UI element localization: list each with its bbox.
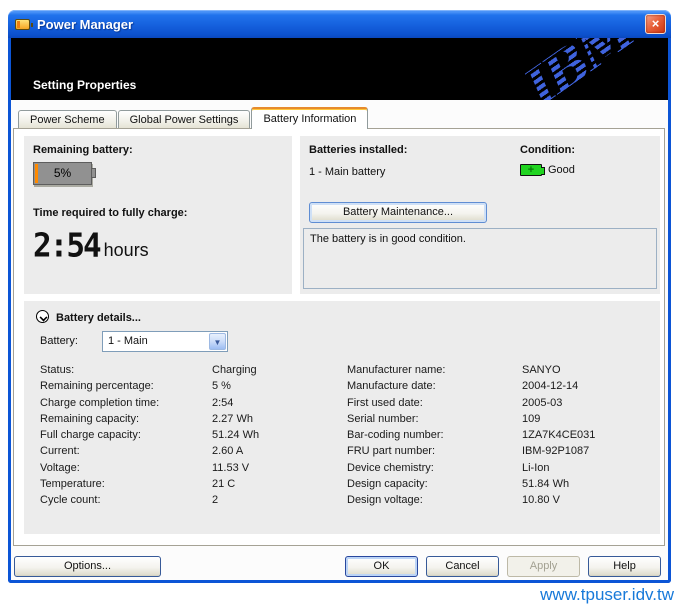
condition-label: Condition:: [520, 144, 575, 156]
charge-time-label: Time required to fully charge:: [33, 207, 187, 219]
tab-strip: Power Scheme Global Power Settings Batte…: [18, 107, 369, 129]
condition-battery-icon: [520, 164, 542, 176]
battery-details-header[interactable]: Battery details...: [56, 312, 141, 324]
remaining-battery-panel: Remaining battery: 5% Time required to f…: [24, 136, 292, 294]
battery-gauge: 5%: [33, 162, 99, 186]
help-button[interactable]: Help: [588, 556, 661, 577]
batteries-installed-label: Batteries installed:: [309, 144, 407, 156]
detail-row: Temperature: 21 C: [24, 476, 347, 492]
detail-row: Bar-coding number: 1ZA7K4CE031: [347, 427, 660, 443]
battery-select-value: 1 - Main: [108, 332, 148, 351]
header-banner: Setting Properties IBM: [11, 38, 668, 100]
details-right-column: Manufacturer name: SANYO Manufacture dat…: [347, 362, 660, 509]
window-title: Power Manager: [37, 17, 133, 32]
detail-row: Design capacity: 51.84 Wh: [347, 476, 660, 492]
detail-row: FRU part number: IBM-92P1087: [347, 443, 660, 459]
detail-row: Serial number: 109: [347, 411, 660, 427]
detail-row: Voltage: 11.53 V: [24, 460, 347, 476]
detail-row: Design voltage: 10.80 V: [347, 492, 660, 508]
collapse-icon[interactable]: [36, 310, 49, 323]
detail-row: First used date: 2005-03: [347, 395, 660, 411]
app-battery-icon: [15, 17, 32, 32]
title-bar[interactable]: Power Manager ×: [8, 10, 671, 38]
battery-gauge-nub: [92, 168, 96, 178]
detail-row: Current: 2.60 A: [24, 443, 347, 459]
battery-select[interactable]: 1 - Main ▼: [102, 331, 228, 352]
charge-time-unit: hours: [104, 240, 149, 260]
tab-global-power-settings[interactable]: Global Power Settings: [118, 110, 251, 129]
condition-message-box: The battery is in good condition.: [303, 228, 657, 289]
tab-power-scheme[interactable]: Power Scheme: [18, 110, 117, 129]
ibm-logo: IBM: [514, 38, 645, 100]
window-body: Setting Properties IBM Power Scheme Glob…: [8, 38, 671, 583]
battery-select-label: Battery:: [40, 335, 78, 347]
battery-information-page: Remaining battery: 5% Time required to f…: [13, 128, 665, 546]
ok-button[interactable]: OK: [345, 556, 418, 577]
detail-row: Status: Charging: [24, 362, 347, 378]
detail-row: Full charge capacity: 51.24 Wh: [24, 427, 347, 443]
batteries-installed-panel: Batteries installed: 1 - Main battery Co…: [300, 136, 660, 294]
power-manager-window: Power Manager × Setting Properties IBM P…: [8, 10, 671, 583]
close-icon[interactable]: ×: [645, 14, 666, 34]
battery-percentage: 5%: [34, 163, 91, 184]
page-title: Setting Properties: [33, 78, 136, 92]
charge-time-value: 2:54: [33, 227, 100, 265]
remaining-battery-label: Remaining battery:: [33, 144, 133, 156]
details-left-column: Status: Charging Remaining percentage: 5…: [24, 362, 347, 509]
watermark: www.tpuser.idv.tw: [540, 585, 674, 605]
detail-row: Device chemistry: Li-Ion: [347, 460, 660, 476]
condition-value: Good: [548, 164, 575, 176]
options-button[interactable]: Options...: [14, 556, 161, 577]
tab-battery-information[interactable]: Battery Information: [251, 107, 368, 129]
batteries-installed-value: 1 - Main battery: [309, 166, 385, 178]
battery-details-panel: Battery details... Battery: 1 - Main ▼ S…: [24, 301, 660, 534]
detail-row: Remaining capacity: 2.27 Wh: [24, 411, 347, 427]
detail-row: Charge completion time: 2:54: [24, 395, 347, 411]
chevron-down-icon[interactable]: ▼: [209, 333, 226, 350]
detail-row: Manufacturer name: SANYO: [347, 362, 660, 378]
cancel-button[interactable]: Cancel: [426, 556, 499, 577]
battery-maintenance-button[interactable]: Battery Maintenance...: [309, 202, 487, 223]
detail-row: Remaining percentage: 5 %: [24, 378, 347, 394]
detail-row: Manufacture date: 2004-12-14: [347, 378, 660, 394]
apply-button[interactable]: Apply: [507, 556, 580, 577]
detail-row: Cycle count: 2: [24, 492, 347, 508]
